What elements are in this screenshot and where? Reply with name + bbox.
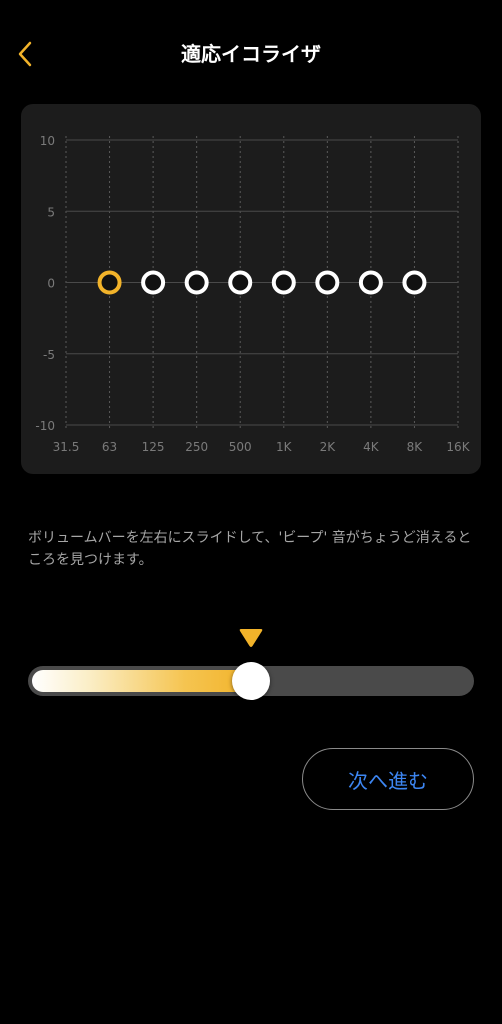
eq-band-node[interactable] [141, 270, 166, 295]
x-tick-label: 250 [185, 440, 208, 454]
x-tick-label: 2K [320, 440, 337, 454]
x-tick-label: 8K [407, 440, 424, 454]
y-tick-label: -5 [43, 348, 55, 362]
adaptive-eq-screen: 適応イコライザ 10 5 0 -5 -10 31.5 63 125 250 500 1K 2K 4K 8K… [0, 0, 502, 1024]
instruction-text: ボリュームバーを左右にスライドして、'ビープ' 音がちょうど消えるところを見つけ… [28, 530, 472, 568]
slider-position-marker-icon [239, 629, 263, 647]
page-title: 適応イコライザ [181, 42, 321, 66]
x-tick-label: 500 [229, 440, 252, 454]
volume-slider-thumb[interactable] [232, 662, 270, 700]
volume-slider-fill [32, 670, 251, 692]
y-tick-label: 5 [47, 205, 55, 219]
next-button[interactable]: 次へ進む [302, 748, 474, 810]
eq-band-node-selected[interactable] [97, 270, 122, 295]
y-tick-label: 0 [47, 277, 55, 291]
y-tick-label: -10 [35, 419, 55, 433]
x-tick-label: 16K [446, 440, 470, 454]
header: 適応イコライザ [0, 0, 502, 108]
x-tick-label: 31.5 [53, 440, 80, 454]
eq-band-node[interactable] [228, 270, 253, 295]
x-tick-label: 1K [276, 440, 293, 454]
eq-band-node[interactable] [184, 270, 209, 295]
x-tick-label: 125 [142, 440, 165, 454]
volume-slider[interactable] [28, 662, 474, 700]
eq-band-node[interactable] [315, 270, 340, 295]
eq-band-node[interactable] [402, 270, 427, 295]
y-tick-label: 10 [40, 134, 55, 148]
eq-band-node[interactable] [271, 270, 296, 295]
equalizer-graph: 10 5 0 -5 -10 31.5 63 125 250 500 1K 2K 4K 8K 16K [35, 134, 470, 454]
equalizer-chart: 10 5 0 -5 -10 31.5 63 125 250 500 1K 2K 4K 8K 16K [21, 104, 481, 474]
x-tick-label: 63 [102, 440, 117, 454]
x-tick-label: 4K [363, 440, 380, 454]
eq-band-node[interactable] [358, 270, 383, 295]
